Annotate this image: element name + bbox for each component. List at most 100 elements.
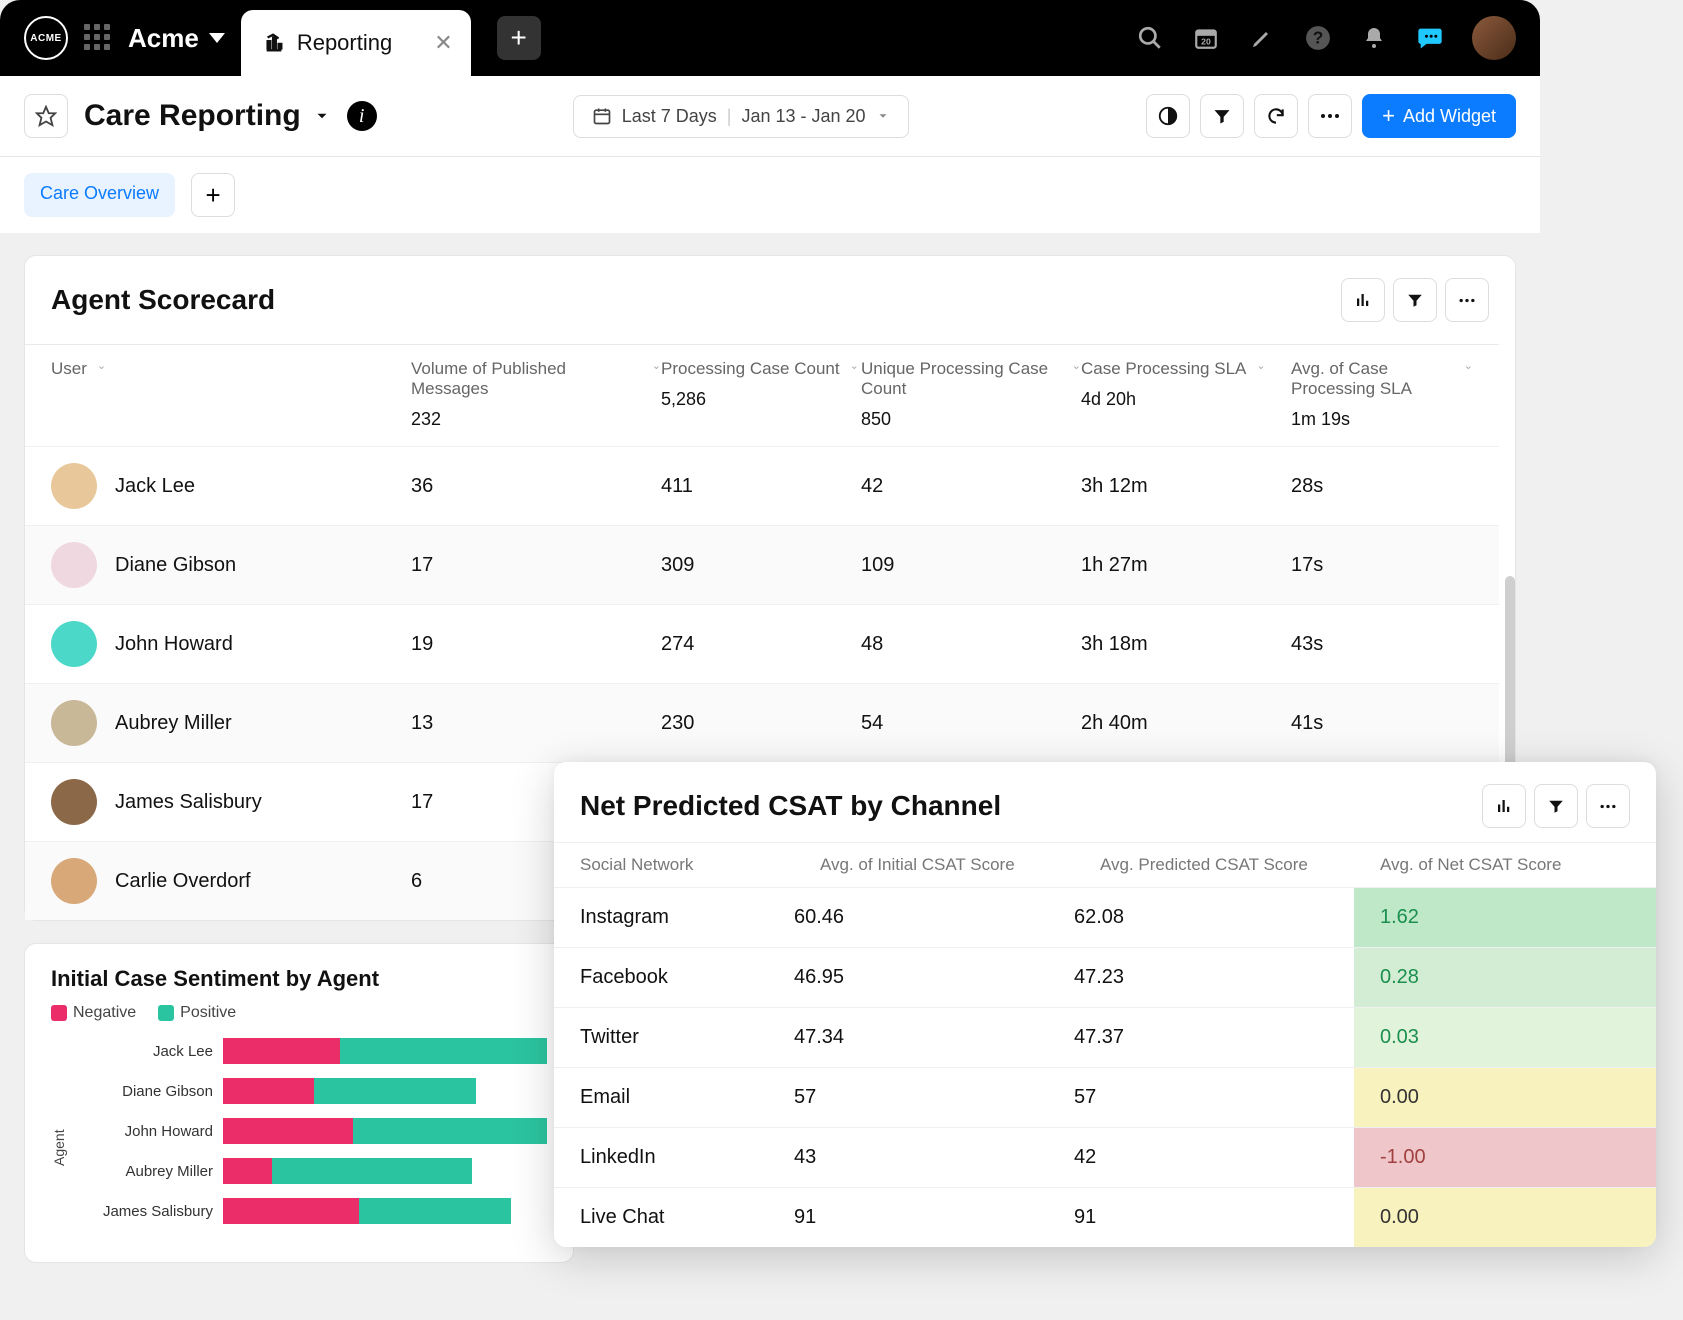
date-label: Last 7 Days: [622, 106, 717, 127]
topbar-right: 20 ?: [1136, 16, 1516, 60]
widget-net-predicted-csat: Net Predicted CSAT by Channel Social Net…: [554, 762, 1656, 1247]
column-header[interactable]: Processing Case Count⌄5,286: [661, 359, 861, 410]
col-network[interactable]: Social Network: [580, 855, 820, 875]
table-row[interactable]: John Howard 19 274 48 3h 18m 43s: [25, 604, 1499, 683]
chart-bar-icon: [263, 32, 285, 54]
bell-icon[interactable]: [1360, 24, 1388, 52]
user-name: Carlie Overdorf: [115, 870, 251, 893]
brand-logo[interactable]: ACME: [24, 16, 68, 60]
help-icon[interactable]: ?: [1304, 24, 1332, 52]
bar-positive: [340, 1038, 547, 1064]
column-header[interactable]: Case Processing SLA⌄4d 20h: [1081, 359, 1291, 410]
top-navbar: ACME Acme Reporting ✕ + 20 ?: [0, 0, 1540, 76]
sort-icon: ⌄: [1256, 359, 1265, 372]
cell-network: Twitter: [554, 1008, 794, 1067]
cell-initial: 47.34: [794, 1008, 1074, 1067]
sentiment-chart: Agent Jack Lee Diane Gibson John Howard …: [25, 1032, 573, 1262]
cell-sla: 1h 27m: [1081, 554, 1291, 577]
cell-predicted: 47.23: [1074, 948, 1354, 1007]
cell-network: Email: [554, 1068, 794, 1127]
filter-button[interactable]: [1200, 94, 1244, 138]
cell-processing: 230: [661, 712, 861, 735]
favorite-button[interactable]: [24, 94, 68, 138]
refresh-button[interactable]: [1254, 94, 1298, 138]
chat-icon[interactable]: [1416, 24, 1444, 52]
y-axis-label: Agent: [51, 1038, 67, 1238]
tab-add-button[interactable]: +: [497, 16, 541, 60]
theme-toggle-button[interactable]: [1146, 94, 1190, 138]
csat-table: Social Network Avg. of Initial CSAT Scor…: [554, 842, 1656, 1247]
table-row[interactable]: Aubrey Miller 13 230 54 2h 40m 41s: [25, 683, 1499, 762]
user-avatar[interactable]: [1472, 16, 1516, 60]
plus-icon: +: [1382, 103, 1395, 129]
add-widget-button[interactable]: + Add Widget: [1362, 94, 1516, 138]
column-total: 1m 19s: [1291, 409, 1473, 430]
legend-negative: Negative: [51, 1004, 136, 1022]
table-row[interactable]: Twitter 47.34 47.37 0.03: [554, 1007, 1656, 1067]
cell-avg-sla: 43s: [1291, 633, 1473, 656]
col-predicted[interactable]: Avg. Predicted CSAT Score: [1100, 855, 1380, 875]
tab-reporting[interactable]: Reporting ✕: [241, 10, 471, 76]
bar-track: [223, 1078, 547, 1104]
bar-negative: [223, 1078, 314, 1104]
edit-icon[interactable]: [1248, 24, 1276, 52]
table-row[interactable]: Jack Lee 36 411 42 3h 12m 28s: [25, 446, 1499, 525]
bar-positive: [314, 1078, 476, 1104]
column-header[interactable]: Unique Processing Case Count⌄850: [861, 359, 1081, 430]
cell-volume: 19: [411, 633, 661, 656]
bar-positive: [272, 1158, 473, 1184]
filter-button[interactable]: [1534, 784, 1578, 828]
user-name: Diane Gibson: [115, 554, 236, 577]
user-avatar: [51, 463, 97, 509]
more-button[interactable]: [1586, 784, 1630, 828]
cell-avg-sla: 41s: [1291, 712, 1473, 735]
cell-sla: 3h 18m: [1081, 633, 1291, 656]
table-row[interactable]: Facebook 46.95 47.23 0.28: [554, 947, 1656, 1007]
date-range-picker[interactable]: Last 7 Days | Jan 13 - Jan 20: [573, 95, 909, 138]
toolbar-right: + Add Widget: [1146, 94, 1516, 138]
cell-sla: 3h 12m: [1081, 475, 1291, 498]
user-avatar: [51, 858, 97, 904]
workspace-switcher[interactable]: Acme: [128, 23, 225, 54]
sort-icon: ⌄: [850, 359, 859, 372]
bar-track: [223, 1118, 547, 1144]
calendar-icon[interactable]: 20: [1192, 24, 1220, 52]
page-title[interactable]: Care Reporting: [84, 99, 331, 133]
user-name: John Howard: [115, 633, 233, 656]
info-icon[interactable]: i: [347, 101, 377, 131]
bar-label: James Salisbury: [73, 1203, 223, 1220]
column-header[interactable]: Avg. of Case Processing SLA⌄1m 19s: [1291, 359, 1473, 430]
column-header[interactable]: User⌄: [51, 359, 411, 379]
column-header[interactable]: Volume of Published Messages⌄232: [411, 359, 661, 430]
more-button[interactable]: [1445, 278, 1489, 322]
col-net[interactable]: Avg. of Net CSAT Score: [1380, 855, 1630, 875]
add-widget-label: Add Widget: [1403, 106, 1496, 127]
cell-unique: 42: [861, 475, 1081, 498]
filter-button[interactable]: [1393, 278, 1437, 322]
table-row[interactable]: Email 57 57 0.00: [554, 1067, 1656, 1127]
more-button[interactable]: [1308, 94, 1352, 138]
app-launcher-icon[interactable]: [84, 24, 112, 52]
chart-view-button[interactable]: [1341, 278, 1385, 322]
chart-view-button[interactable]: [1482, 784, 1526, 828]
cell-volume: 13: [411, 712, 661, 735]
chevron-down-icon: [876, 109, 890, 123]
tab-close-icon[interactable]: ✕: [404, 30, 452, 56]
cell-predicted: 42: [1074, 1128, 1354, 1187]
cell-processing: 309: [661, 554, 861, 577]
add-tab-button[interactable]: +: [191, 173, 235, 217]
chart-legend: Negative Positive: [25, 1004, 573, 1032]
table-row[interactable]: Live Chat 91 91 0.00: [554, 1187, 1656, 1247]
tab-care-overview[interactable]: Care Overview: [24, 173, 175, 217]
cell-net: 1.62: [1354, 888, 1656, 947]
col-initial[interactable]: Avg. of Initial CSAT Score: [820, 855, 1100, 875]
table-row[interactable]: Instagram 60.46 62.08 1.62: [554, 887, 1656, 947]
cell-initial: 57: [794, 1068, 1074, 1127]
table-row[interactable]: Diane Gibson 17 309 109 1h 27m 17s: [25, 525, 1499, 604]
table-row[interactable]: LinkedIn 43 42 -1.00: [554, 1127, 1656, 1187]
search-icon[interactable]: [1136, 24, 1164, 52]
cell-predicted: 57: [1074, 1068, 1354, 1127]
sort-icon: ⌄: [1072, 359, 1081, 372]
widget-initial-case-sentiment: Initial Case Sentiment by Agent Negative…: [24, 943, 574, 1263]
cell-net: 0.28: [1354, 948, 1656, 1007]
